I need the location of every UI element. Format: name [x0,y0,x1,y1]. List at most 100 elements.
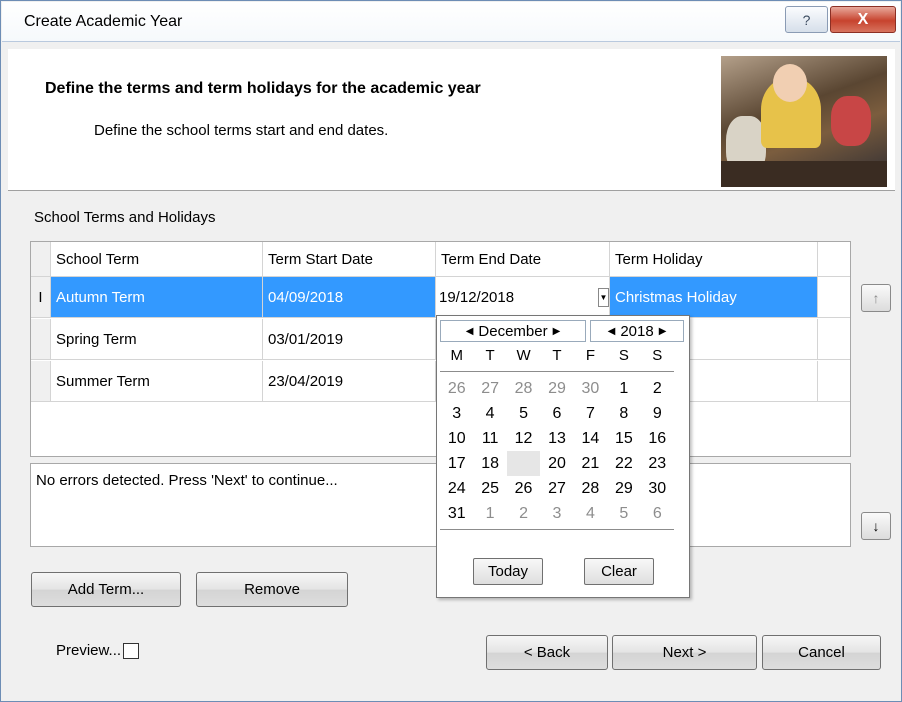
row-header[interactable] [31,319,51,359]
table-row[interactable]: I Autumn Term 04/09/2018 19/12/2018 ▼ Ch… [31,277,850,318]
calendar-day[interactable]: 20 [540,451,573,476]
calendar-day[interactable]: 6 [641,501,674,526]
calendar-day[interactable]: 14 [574,426,607,451]
calendar-day[interactable]: 29 [540,376,573,401]
cell-filler [818,361,850,401]
column-header-term-start-date[interactable]: Term Start Date [263,242,436,276]
calendar-day[interactable]: 26 [507,476,540,501]
add-term-button[interactable]: Add Term... [31,572,181,607]
next-month-icon[interactable]: ▶ [548,326,566,337]
weekday-label: F [585,347,595,364]
weekday-label: M [450,347,463,364]
calendar-day[interactable]: 24 [440,476,473,501]
year-label[interactable]: 2018 [620,323,653,340]
calendar-day[interactable]: 29 [607,476,640,501]
month-label[interactable]: December [478,323,547,340]
column-header-term-end-date[interactable]: Term End Date [436,242,610,276]
calendar-day[interactable]: 15 [607,426,640,451]
calendar-day[interactable]: 31 [440,501,473,526]
month-selector: ◀ December ▶ [440,320,586,342]
move-up-button[interactable]: ↑ [861,284,891,312]
window-title: Create Academic Year [24,13,183,30]
back-button[interactable]: < Back [486,635,608,670]
calendar-day[interactable]: 30 [641,476,674,501]
calendar-day[interactable]: 16 [641,426,674,451]
calendar-day[interactable]: 7 [574,401,607,426]
row-header[interactable]: I [31,277,51,317]
cell-school-term[interactable]: Autumn Term [51,277,263,317]
next-year-icon[interactable]: ▶ [654,326,672,337]
calendar-day[interactable]: 2 [641,376,674,401]
calendar-day[interactable]: 30 [574,376,607,401]
preview-option[interactable]: Preview... [56,642,140,659]
calendar-day[interactable]: 6 [540,401,573,426]
today-button[interactable]: Today [473,558,543,585]
calendar-day[interactable]: 12 [507,426,540,451]
calendar-days-grid: 26 27 28 29 30 1 2 3 4 5 6 7 8 9 10 11 12 13 14 15 16 17 18 19 2… [440,376,674,526]
validation-message: No errors detected. Press 'Next' to cont… [36,472,338,489]
page-title: Define the terms and term holidays for t… [45,80,481,97]
help-icon: ? [802,11,811,28]
calendar-day[interactable]: 18 [473,451,506,476]
next-button[interactable]: Next > [612,635,757,670]
prev-year-icon[interactable]: ◀ [603,326,621,337]
calendar-day[interactable]: 5 [507,401,540,426]
cell-term-end-date-editor[interactable]: 19/12/2018 ▼ [436,277,610,317]
column-header-filler [818,242,850,276]
calendar-day[interactable]: 28 [507,376,540,401]
calendar-day[interactable]: 9 [641,401,674,426]
calendar-day[interactable]: 27 [473,376,506,401]
term-end-date-value[interactable]: 19/12/2018 [439,289,514,306]
wizard-header: Define the terms and term holidays for t… [8,49,895,191]
cell-term-start-date[interactable]: 04/09/2018 [263,277,436,317]
create-academic-year-dialog: Create Academic Year ? X Define the term… [0,0,902,702]
clear-button[interactable]: Clear [584,558,654,585]
weekday-label: T [552,347,562,364]
calendar-day[interactable]: 4 [574,501,607,526]
cell-term-start-date[interactable]: 23/04/2019 [263,361,436,401]
cell-term-holiday[interactable]: Christmas Holiday [610,277,818,317]
calendar-day[interactable]: 11 [473,426,506,451]
calendar-day[interactable]: 5 [607,501,640,526]
remove-button[interactable]: Remove [196,572,348,607]
calendar-day[interactable]: 13 [540,426,573,451]
calendar-day[interactable]: 25 [473,476,506,501]
calendar-day[interactable]: 4 [473,401,506,426]
cancel-button[interactable]: Cancel [762,635,881,670]
weekday-label: W [516,347,531,364]
calendar-day[interactable]: 22 [607,451,640,476]
column-header-term-holiday[interactable]: Term Holiday [610,242,818,276]
close-button[interactable]: X [830,6,896,33]
weekday-label: S [618,347,629,364]
calendar-day[interactable]: 2 [507,501,540,526]
calendar-day[interactable]: 3 [540,501,573,526]
calendar-day[interactable]: 21 [574,451,607,476]
calendar-day[interactable]: 17 [440,451,473,476]
calendar-day[interactable]: 8 [607,401,640,426]
calendar-day[interactable]: 10 [440,426,473,451]
calendar-day[interactable]: 3 [440,401,473,426]
weekday-label: S [652,347,663,364]
close-icon: X [857,10,869,28]
calendar-day[interactable]: 26 [440,376,473,401]
help-button[interactable]: ? [785,6,828,33]
grid-header: School Term Term Start Date Term End Dat… [31,242,850,277]
calendar-day[interactable]: 27 [540,476,573,501]
calendar-day[interactable]: 23 [641,451,674,476]
prev-month-icon[interactable]: ◀ [461,326,479,337]
column-header-school-term[interactable]: School Term [51,242,263,276]
cell-term-start-date[interactable]: 03/01/2019 [263,319,436,359]
cell-school-term[interactable]: Summer Term [51,361,263,401]
cell-school-term[interactable]: Spring Term [51,319,263,359]
dropdown-arrow-icon[interactable]: ▼ [598,288,609,307]
calendar-day-selected[interactable]: 19 [506,451,541,476]
move-down-button[interactable]: ↓ [861,512,891,540]
classroom-photo [721,56,887,187]
preview-checkbox[interactable] [123,642,140,659]
calendar-day[interactable]: 28 [574,476,607,501]
calendar-day[interactable]: 1 [473,501,506,526]
calendar-day[interactable]: 1 [607,376,640,401]
preview-label: Preview... [56,642,122,659]
row-header[interactable] [31,361,51,401]
calendar-divider [440,371,674,372]
